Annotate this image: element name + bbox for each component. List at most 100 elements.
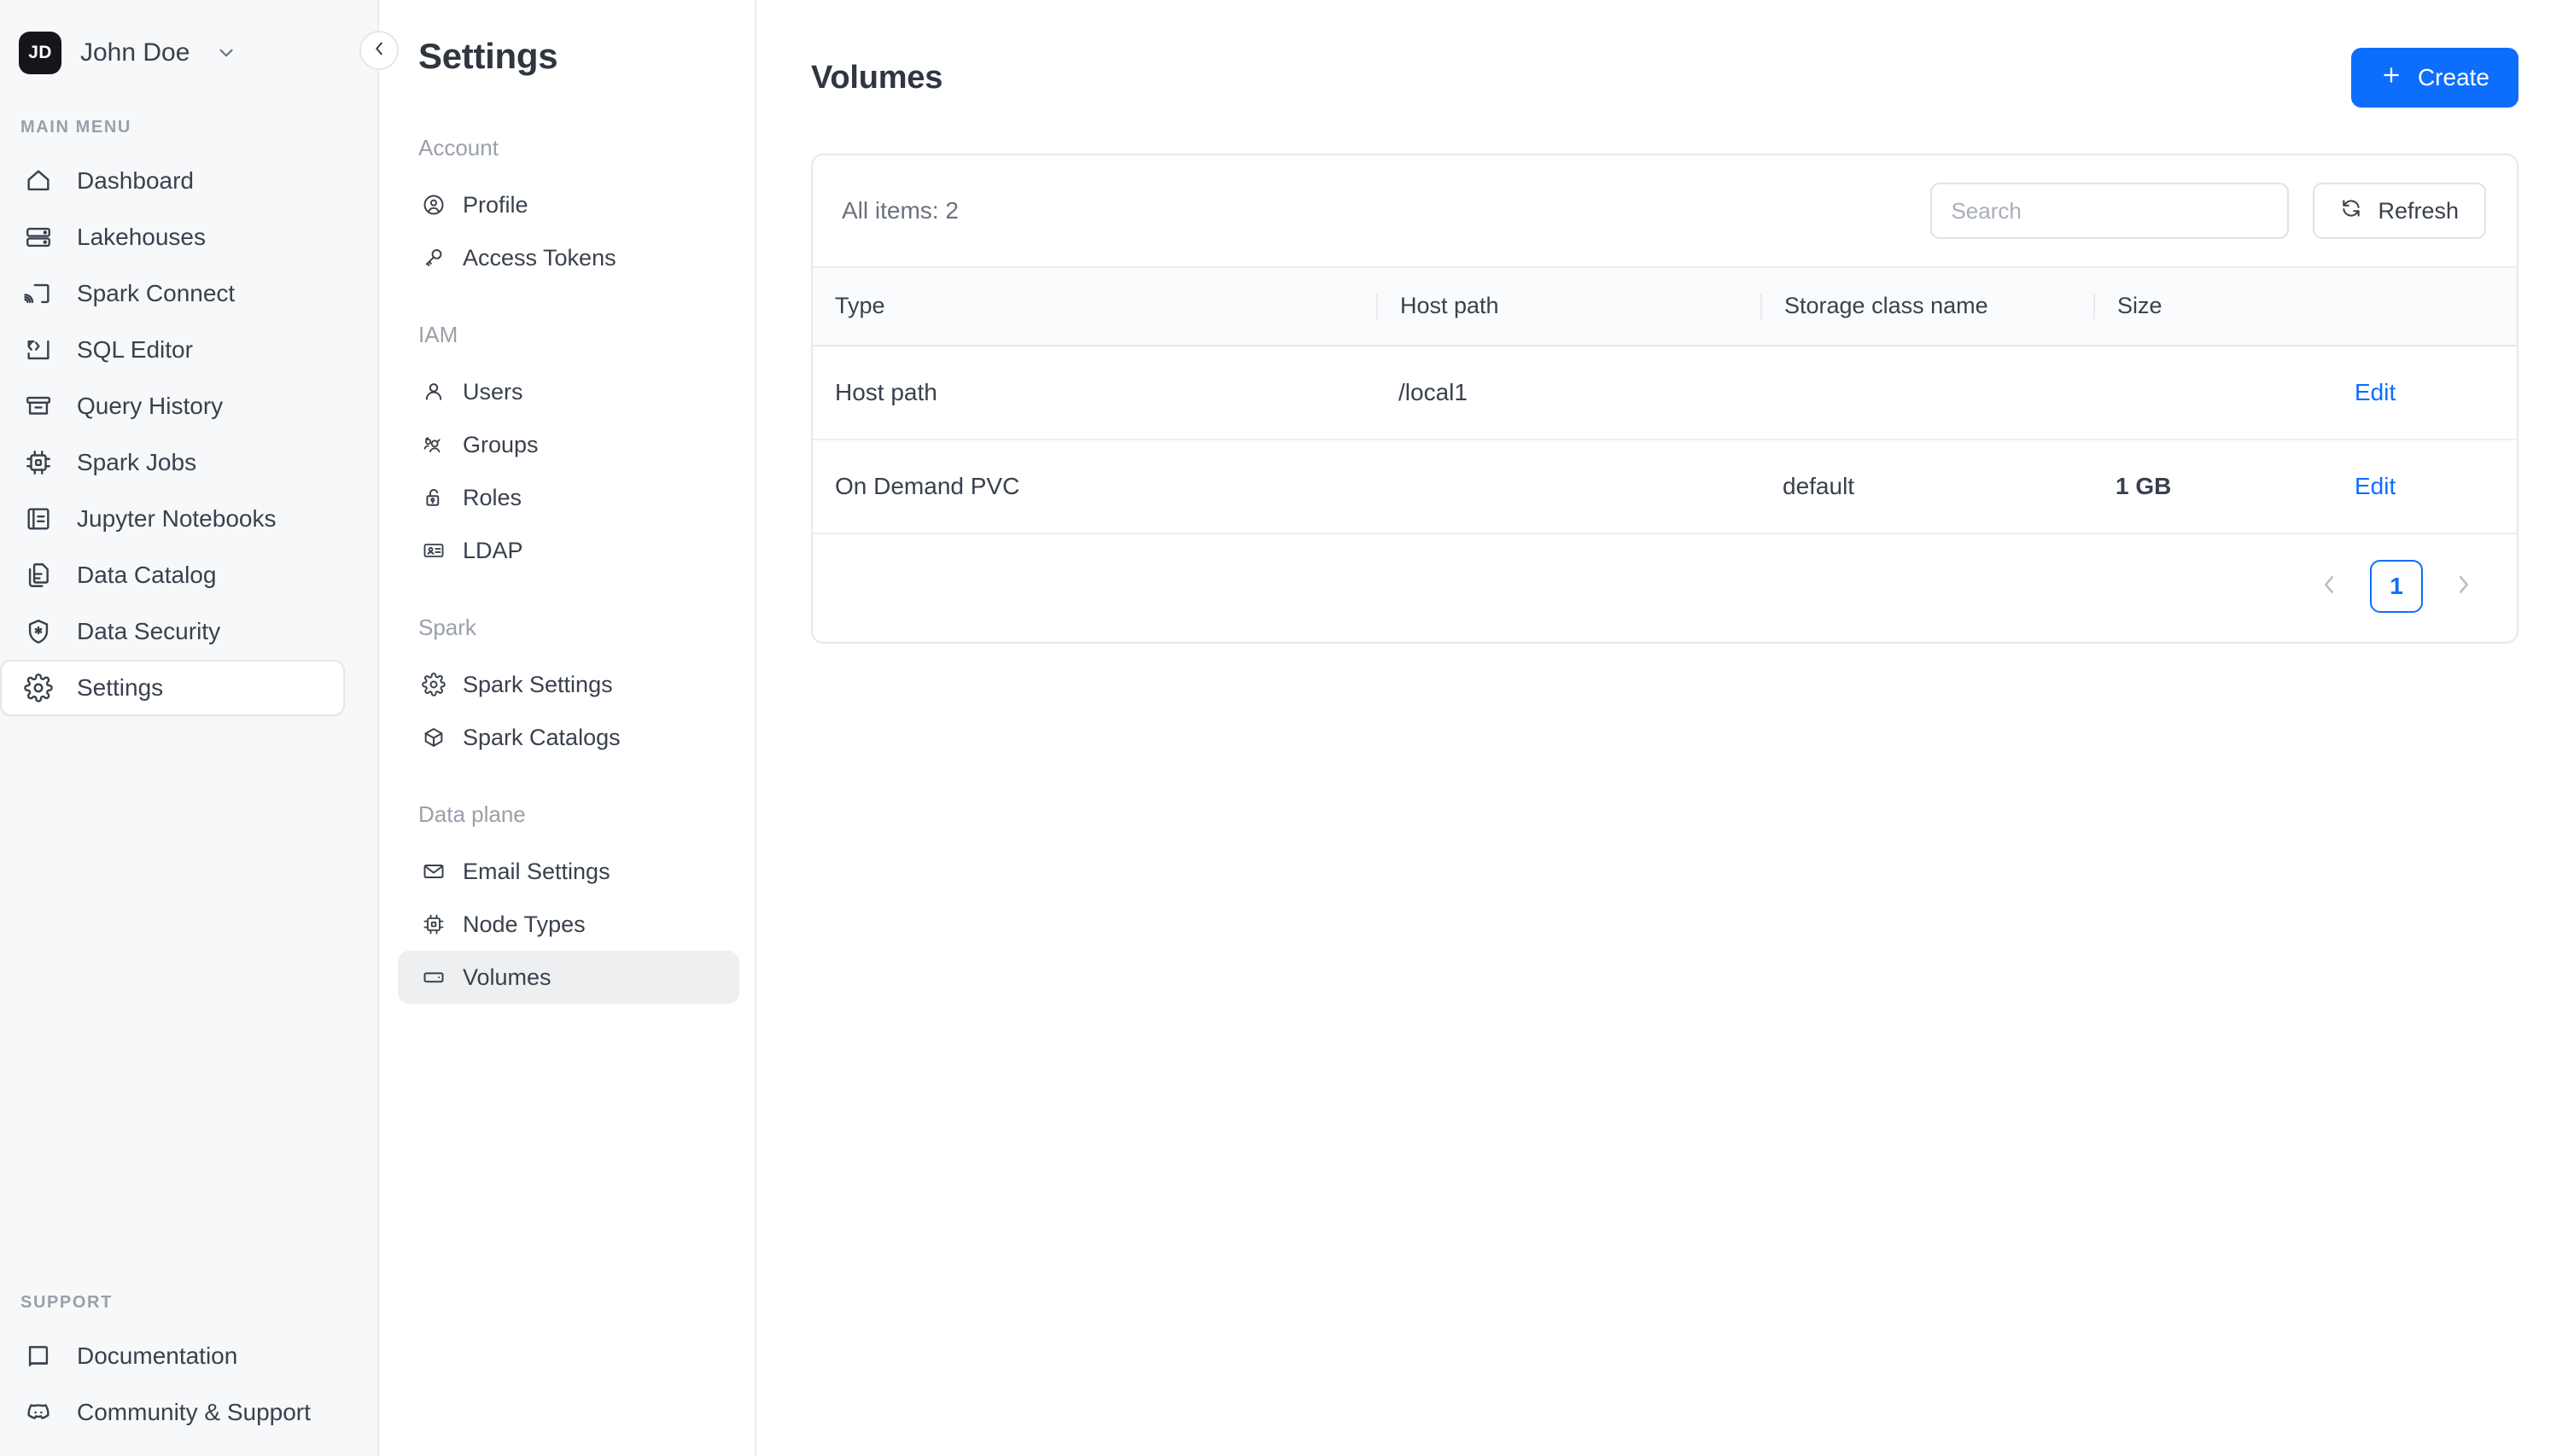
table-head: Type Host path Storage class name Size xyxy=(813,266,2517,347)
chevron-right-icon xyxy=(2451,572,2477,602)
settings-group-label-iam: IAM xyxy=(418,322,458,347)
volume-icon xyxy=(420,964,447,991)
support-nav: Documentation Community & Support xyxy=(0,1328,377,1441)
refresh-icon xyxy=(2340,197,2362,225)
sidebar-item-label: Spark Jobs xyxy=(77,449,197,475)
settings-item-volumes[interactable]: Volumes xyxy=(398,951,739,1004)
chevron-down-icon xyxy=(215,42,237,64)
settings-panel: Settings Account Profile Access Tokens I… xyxy=(379,0,756,1456)
shield-star-icon xyxy=(22,615,55,648)
sidebar-item-label: Query History xyxy=(77,393,224,419)
archive-icon xyxy=(22,390,55,422)
settings-item-label: LDAP xyxy=(463,537,523,563)
sidebar-item-data-catalog[interactable]: Data Catalog xyxy=(0,547,345,603)
gear-icon xyxy=(420,671,447,698)
settings-item-users[interactable]: Users xyxy=(398,365,739,418)
sidebar-item-spark-connect[interactable]: Spark Connect xyxy=(0,265,345,322)
sidebar-item-community-support[interactable]: Community & Support xyxy=(0,1384,345,1441)
support-section: SUPPORT Documentation Community & Suppor… xyxy=(0,1257,377,1456)
cell-type: On Demand PVC xyxy=(813,440,1376,534)
settings-item-label: Access Tokens xyxy=(463,244,616,271)
left-sidebar: JD John Doe MAIN MENU Dashboard Lakehous… xyxy=(0,0,399,1456)
pagination: 1 xyxy=(813,534,2517,642)
settings-item-label: Spark Settings xyxy=(463,671,613,697)
volumes-page-title: Volumes xyxy=(811,59,943,96)
plus-icon xyxy=(2380,64,2402,92)
column-header-host-path: Host path xyxy=(1376,266,1760,347)
settings-item-roles[interactable]: Roles xyxy=(398,471,739,524)
settings-item-node-types[interactable]: Node Types xyxy=(398,898,739,951)
settings-item-label: Volumes xyxy=(463,964,552,990)
lock-open-icon xyxy=(420,484,447,511)
settings-item-access-tokens[interactable]: Access Tokens xyxy=(398,231,739,284)
column-header-type: Type xyxy=(813,266,1376,347)
sidebar-item-lakehouses[interactable]: Lakehouses xyxy=(0,209,345,265)
sidebar-item-settings[interactable]: Settings xyxy=(0,660,345,716)
items-count: All items: 2 xyxy=(842,197,959,224)
book-icon xyxy=(22,1340,55,1372)
main-nav: Dashboard Lakehouses Spark Connect SQL E… xyxy=(0,153,377,716)
create-button[interactable]: Create xyxy=(2350,48,2518,108)
column-header-storage-class-name: Storage class name xyxy=(1760,266,2093,347)
main-menu-label: MAIN MENU xyxy=(20,118,131,137)
pagination-prev-button[interactable] xyxy=(2310,568,2348,605)
home-icon xyxy=(22,165,55,197)
cube-icon xyxy=(420,724,447,751)
avatar: JD xyxy=(19,32,61,74)
edit-link[interactable]: Edit xyxy=(2355,379,2396,405)
code-icon xyxy=(22,334,55,366)
files-icon xyxy=(22,559,55,591)
search-input[interactable] xyxy=(1930,183,2290,239)
column-header-size: Size xyxy=(2093,266,2332,347)
user-menu[interactable]: JD John Doe xyxy=(0,0,377,82)
cell-size xyxy=(2093,346,2332,440)
table-row: Host path /local1 Edit xyxy=(813,346,2517,440)
cell-type: Host path xyxy=(813,346,1376,440)
sidebar-item-dashboard[interactable]: Dashboard xyxy=(0,153,345,209)
sidebar-item-label: Settings xyxy=(77,674,164,701)
refresh-button-label: Refresh xyxy=(2378,197,2459,224)
pagination-next-button[interactable] xyxy=(2445,568,2483,605)
cpu-icon xyxy=(420,911,447,938)
sidebar-item-label: Dashboard xyxy=(77,167,194,194)
settings-item-label: Node Types xyxy=(463,911,586,937)
sidebar-item-label: Community & Support xyxy=(77,1399,311,1425)
sidebar-item-documentation[interactable]: Documentation xyxy=(0,1328,345,1384)
settings-item-label: Users xyxy=(463,378,523,405)
settings-item-groups[interactable]: Groups xyxy=(398,418,739,471)
cell-storage-class-name xyxy=(1760,346,2093,440)
table-row: On Demand PVC default 1 GB Edit xyxy=(813,440,2517,534)
sidebar-item-label: Lakehouses xyxy=(77,224,207,250)
cell-storage-class-name: default xyxy=(1760,440,2093,534)
table-body: Host path /local1 Edit On Demand PVC def… xyxy=(813,346,2517,534)
settings-item-ldap[interactable]: LDAP xyxy=(398,524,739,577)
sidebar-collapse-button[interactable] xyxy=(359,31,399,70)
app-root: JD John Doe MAIN MENU Dashboard Lakehous… xyxy=(0,0,2568,1456)
gear-icon xyxy=(22,672,55,704)
settings-item-profile[interactable]: Profile xyxy=(398,178,739,231)
sidebar-item-label: Documentation xyxy=(77,1342,238,1369)
cell-size: 1 GB xyxy=(2093,440,2332,534)
settings-item-spark-settings[interactable]: Spark Settings xyxy=(398,658,739,711)
settings-item-email-settings[interactable]: Email Settings xyxy=(398,845,739,898)
settings-item-label: Profile xyxy=(463,191,528,218)
pagination-page-1[interactable]: 1 xyxy=(2370,560,2423,613)
sidebar-item-jupyter-notebooks[interactable]: Jupyter Notebooks xyxy=(0,491,345,547)
discord-icon xyxy=(22,1396,55,1429)
user-name: John Doe xyxy=(80,38,190,67)
sidebar-item-query-history[interactable]: Query History xyxy=(0,378,345,434)
refresh-button[interactable]: Refresh xyxy=(2313,183,2486,239)
sidebar-item-data-security[interactable]: Data Security xyxy=(0,603,345,660)
mail-icon xyxy=(420,858,447,885)
settings-item-label: Roles xyxy=(463,484,522,510)
sidebar-item-sql-editor[interactable]: SQL Editor xyxy=(0,322,345,378)
sidebar-item-label: Jupyter Notebooks xyxy=(77,505,277,532)
settings-item-spark-catalogs[interactable]: Spark Catalogs xyxy=(398,711,739,764)
notebook-icon xyxy=(22,503,55,535)
edit-link[interactable]: Edit xyxy=(2355,473,2396,499)
settings-group-label-account: Account xyxy=(418,135,499,160)
table-toolbar: All items: 2 Refresh xyxy=(813,155,2517,266)
user-icon xyxy=(420,378,447,405)
sidebar-item-spark-jobs[interactable]: Spark Jobs xyxy=(0,434,345,491)
cell-actions: Edit xyxy=(2332,346,2517,440)
